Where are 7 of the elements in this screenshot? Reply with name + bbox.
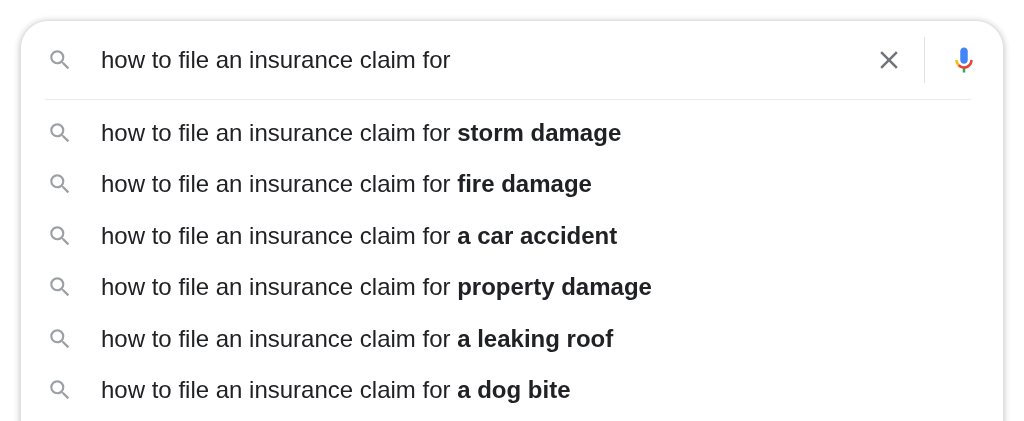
suggestion-item[interactable]: how to file an insurance claim for a dog bite — [101, 376, 571, 405]
suggestion-item[interactable]: how to file an insurance claim for property damage — [101, 273, 652, 302]
suggestion-item[interactable]: how to file an insurance claim for fire damage — [101, 170, 592, 199]
suggestion-item[interactable]: how to file an insurance claim for a car accident — [101, 221, 618, 250]
suggestion-item[interactable]: how to file an insurance claim for a leaking roof — [101, 324, 614, 353]
search-field[interactable]: how to file an insurance claim for — [101, 40, 874, 80]
suggestion-item[interactable]: how to file an insurance claim for storm damage — [101, 118, 622, 147]
